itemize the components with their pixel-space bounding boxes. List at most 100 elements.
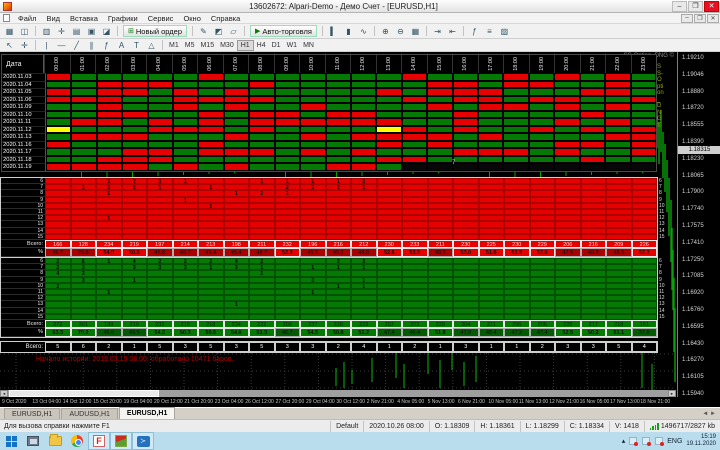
heatmap-cell — [503, 118, 528, 126]
timeframe-m15[interactable]: M15 — [197, 40, 217, 51]
heatmap-cell — [631, 148, 656, 156]
cursor-icon[interactable]: ↖ — [3, 39, 16, 51]
strategy-tester-icon[interactable]: ◪ — [100, 25, 113, 37]
file-explorer-icon[interactable] — [44, 432, 66, 450]
timeframe-m1[interactable]: M1 — [166, 40, 182, 51]
menu-item-4[interactable]: Сервис — [143, 14, 179, 23]
templates-icon[interactable]: ▨ — [498, 25, 511, 37]
start-button[interactable] — [0, 432, 22, 450]
menu-item-2[interactable]: Вставка — [65, 14, 103, 23]
timeframe-mn[interactable]: MN — [300, 40, 317, 51]
terminal-icon[interactable]: ▣ — [85, 25, 98, 37]
timeframe-h1[interactable]: H1 — [237, 40, 254, 51]
chart-shift-icon[interactable]: ⇤ — [446, 25, 459, 37]
taskbar-clock[interactable]: 15:19 19.11.2020 — [686, 434, 716, 448]
price-label: 1.18390 — [682, 139, 704, 145]
mdi-minimize-button[interactable]: – — [681, 14, 693, 23]
profiles-icon[interactable]: ◫ — [18, 25, 31, 37]
timeframe-m30[interactable]: M30 — [217, 40, 237, 51]
minimize-button[interactable]: – — [672, 1, 687, 12]
market-watch-icon[interactable]: ▥ — [40, 25, 53, 37]
vertical-line-icon[interactable]: | — [40, 39, 53, 51]
price-scale[interactable]: 1.18315 1.192101.190461.188801.187201.18… — [677, 52, 720, 397]
heatmap-cell — [122, 103, 147, 111]
periods-icon[interactable]: ≡ — [483, 25, 496, 37]
notification-icon-1[interactable] — [629, 437, 637, 445]
mdi-restore-button[interactable]: ❐ — [694, 14, 706, 23]
tray-caret-icon[interactable]: ▴ — [622, 437, 626, 445]
metaeditor-icon[interactable]: ✎ — [197, 25, 210, 37]
timeframe-m5[interactable]: M5 — [182, 40, 198, 51]
restore-button[interactable]: ❐ — [688, 1, 703, 12]
metatrader-icon[interactable] — [110, 432, 132, 450]
heatmap-cell — [453, 96, 478, 104]
new-chart-icon[interactable]: ▦ — [3, 25, 16, 37]
status-volume: V: 1418 — [609, 421, 644, 432]
powershell-icon[interactable]: ≻ — [132, 432, 154, 450]
task-view-icon[interactable] — [22, 432, 44, 450]
heatmap-cell — [275, 111, 300, 119]
menu-item-3[interactable]: Графики — [103, 14, 143, 23]
faststone-icon[interactable]: F — [88, 432, 110, 450]
notification-icon-2[interactable] — [642, 437, 650, 445]
auto-scroll-icon[interactable]: ⇥ — [431, 25, 444, 37]
heatmap-cell — [148, 103, 173, 111]
alerts-icon[interactable]: ◩ — [212, 25, 225, 37]
line-chart-icon[interactable]: ∿ — [357, 25, 370, 37]
summary-cell: 5 — [249, 342, 275, 352]
menu-item-6[interactable]: Справка — [206, 14, 245, 23]
chart-tab-1[interactable]: AUDUSD,H1 — [61, 408, 117, 419]
mdi-close-button[interactable]: ✕ — [707, 14, 719, 23]
timeframe-w1[interactable]: W1 — [284, 40, 301, 51]
heatmap-cell — [122, 156, 147, 164]
tabs-scroll-left-icon[interactable]: ◄ — [702, 411, 708, 417]
horizontal-line-icon[interactable]: — — [55, 39, 68, 51]
tabs-scroll-right-icon[interactable]: ► — [710, 411, 716, 417]
shapes-icon[interactable]: △ — [145, 39, 158, 51]
new-order-button[interactable]: ⊞Новый ордер — [123, 25, 187, 37]
mailbox-icon[interactable]: ▱ — [227, 25, 240, 37]
navigator-icon[interactable]: ▤ — [70, 25, 83, 37]
heatmap-cell — [554, 96, 579, 104]
heatmap-cell — [503, 111, 528, 119]
fibonacci-icon[interactable]: ƒ — [100, 39, 113, 51]
notification-icon-3[interactable] — [655, 437, 663, 445]
time-label: 30 Oct 12:00 — [336, 399, 365, 405]
crosshair-icon[interactable]: ✛ — [18, 39, 31, 51]
heatmap-cell — [198, 96, 223, 104]
heatmap-cell — [376, 148, 401, 156]
label-icon[interactable]: T — [130, 39, 143, 51]
language-indicator[interactable]: ENG — [667, 438, 682, 445]
chart-tab-2[interactable]: EURUSD,H1 — [119, 407, 175, 419]
total-cell: 233 — [147, 320, 173, 329]
status-profile[interactable]: Default — [330, 421, 363, 432]
menu-item-0[interactable]: Файл — [13, 14, 41, 23]
horizontal-scrollbar[interactable]: ◄ ► — [0, 390, 676, 397]
heatmap-cell — [249, 73, 274, 81]
scroll-right-arrow[interactable]: ► — [668, 390, 676, 397]
trendline-icon[interactable]: ╱ — [70, 39, 83, 51]
chart-area[interactable]: SS-Option_DNG © SS-Option_DNG© Дата 00:0… — [0, 52, 720, 397]
menu-item-5[interactable]: Окно — [178, 14, 205, 23]
zoom-in-icon[interactable]: ⊕ — [379, 25, 392, 37]
heatmap-cell — [198, 148, 223, 156]
zoom-out-icon[interactable]: ⊖ — [394, 25, 407, 37]
autotrading-button[interactable]: ▶Авто-торговля — [250, 25, 317, 37]
tile-windows-icon[interactable]: ▦ — [409, 25, 422, 37]
heatmap-cell — [97, 133, 122, 141]
text-icon[interactable]: A — [115, 39, 128, 51]
scrollbar-thumb[interactable] — [9, 390, 159, 397]
candlestick-icon[interactable]: ▮ — [342, 25, 355, 37]
timeframe-h4[interactable]: H4 — [254, 40, 269, 51]
chrome-icon[interactable] — [66, 432, 88, 450]
bar-chart-icon[interactable]: ▍ — [327, 25, 340, 37]
close-button[interactable]: ✕ — [704, 1, 719, 12]
data-window-icon[interactable]: ✛ — [55, 25, 68, 37]
chart-tab-0[interactable]: EURUSD,H1 — [4, 408, 60, 419]
menu-item-1[interactable]: Вид — [41, 14, 65, 23]
channel-icon[interactable]: ∥ — [85, 39, 98, 51]
timeframe-d1[interactable]: D1 — [269, 40, 284, 51]
indicators-icon[interactable]: ƒ — [468, 25, 481, 37]
scroll-left-arrow[interactable]: ◄ — [0, 390, 8, 397]
heatmap-cell — [503, 96, 528, 104]
